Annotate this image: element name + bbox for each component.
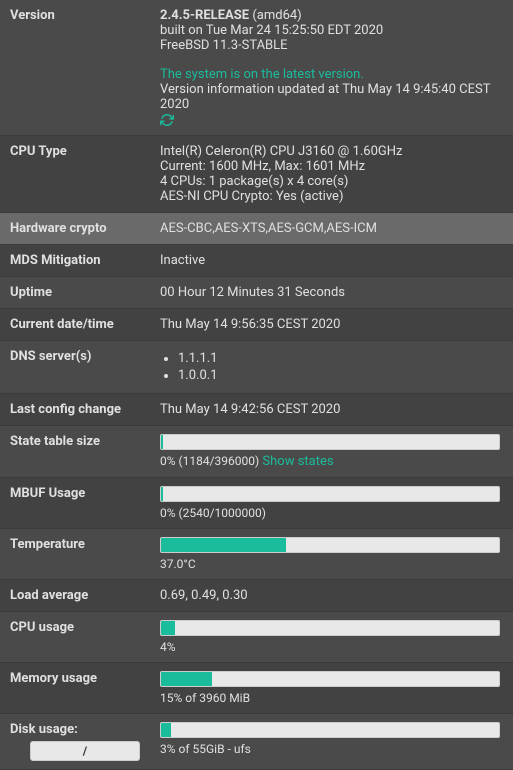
statetable-value: 0% (1184/396000) Show states [150,426,513,477]
version-built: built on Tue Mar 24 15:25:50 EDT 2020 [160,23,503,38]
cpu-type-value: Intel(R) Celeron(R) CPU J3160 @ 1.60GHz … [150,136,513,212]
datetime-label: Current date/time [0,309,150,340]
hwcrypto-value: AES-CBC,AES-XTS,AES-GCM,AES-ICM [150,213,513,244]
uptime-value: 00 Hour 12 Minutes 31 Seconds [150,277,513,308]
statetable-bar-fill [161,435,163,449]
show-states-link[interactable]: Show states [262,454,333,469]
version-arch: (amd64) [252,8,301,23]
row-cpu-type: CPU Type Intel(R) Celeron(R) CPU J3160 @… [0,136,513,213]
version-label: Version [0,0,150,135]
dns-item: 1.1.1.1 [178,351,503,366]
row-disk: Disk usage: / 3% of 55GiB - ufs [0,714,513,770]
cpuusage-bar [160,620,500,636]
statetable-label: State table size [0,426,150,477]
version-release: 2.4.5-RELEASE [160,8,249,23]
disk-bar [160,722,500,738]
cpu-freq: Current: 1600 MHz, Max: 1601 MHz [160,159,503,174]
cpuusage-bar-fill [161,621,175,635]
mbuf-text: 0% (2540/1000000) [160,506,503,520]
temperature-value: 37.0°C [150,529,513,579]
statetable-text: 0% (1184/396000) [160,454,259,468]
version-value: 2.4.5-RELEASE (amd64) built on Tue Mar 2… [150,0,513,135]
dns-label: DNS server(s) [0,341,150,393]
cpuusage-value: 4% [150,612,513,662]
cpu-crypto: AES-NI CPU Crypto: Yes (active) [160,189,503,204]
disk-label-col: Disk usage: / [0,714,150,769]
cpu-model: Intel(R) Celeron(R) CPU J3160 @ 1.60GHz [160,144,503,159]
temperature-bar [160,537,500,553]
row-lastconfig: Last config change Thu May 14 9:42:56 CE… [0,394,513,426]
datetime-value: Thu May 14 9:56:35 CEST 2020 [150,309,513,340]
disk-value: 3% of 55GiB - ufs [150,714,513,769]
mbuf-bar-fill [161,487,163,501]
memusage-bar [160,671,500,687]
row-temperature: Temperature 37.0°C [0,529,513,580]
disk-bar-fill [161,723,171,737]
dns-value: 1.1.1.1 1.0.0.1 [150,341,513,393]
mds-label: MDS Mitigation [0,245,150,276]
mbuf-value: 0% (2540/1000000) [150,478,513,528]
row-hwcrypto: Hardware crypto AES-CBC,AES-XTS,AES-GCM,… [0,213,513,245]
memusage-bar-fill [161,672,212,686]
mbuf-bar [160,486,500,502]
memusage-value: 15% of 3960 MiB [150,663,513,713]
row-loadavg: Load average 0.69, 0.49, 0.30 [0,580,513,612]
temperature-bar-fill [161,538,286,552]
dns-item: 1.0.0.1 [178,368,503,383]
disk-label: Disk usage: [10,722,140,737]
version-os: FreeBSD 11.3-STABLE [160,38,503,53]
row-cpuusage: CPU usage 4% [0,612,513,663]
cpu-type-label: CPU Type [0,136,150,212]
row-uptime: Uptime 00 Hour 12 Minutes 31 Seconds [0,277,513,309]
cpuusage-text: 4% [160,640,503,654]
disk-text: 3% of 55GiB - ufs [160,742,503,756]
row-mds: MDS Mitigation Inactive [0,245,513,277]
lastconfig-label: Last config change [0,394,150,425]
row-statetable: State table size 0% (1184/396000) Show s… [0,426,513,478]
lastconfig-value: Thu May 14 9:42:56 CEST 2020 [150,394,513,425]
mds-value: Inactive [150,245,513,276]
statetable-bar [160,434,500,450]
hwcrypto-label: Hardware crypto [0,213,150,244]
row-dns: DNS server(s) 1.1.1.1 1.0.0.1 [0,341,513,394]
version-status: The system is on the latest version. [160,67,503,82]
row-memusage: Memory usage 15% of 3960 MiB [0,663,513,714]
row-datetime: Current date/time Thu May 14 9:56:35 CES… [0,309,513,341]
row-mbuf: MBUF Usage 0% (2540/1000000) [0,478,513,529]
temperature-label: Temperature [0,529,150,579]
mbuf-label: MBUF Usage [0,478,150,528]
loadavg-label: Load average [0,580,150,611]
refresh-icon[interactable] [160,113,174,127]
memusage-label: Memory usage [0,663,150,713]
version-updated: Version information updated at Thu May 1… [160,82,503,112]
disk-mount: / [30,741,140,761]
row-version: Version 2.4.5-RELEASE (amd64) built on T… [0,0,513,136]
loadavg-value: 0.69, 0.49, 0.30 [150,580,513,611]
cpuusage-label: CPU usage [0,612,150,662]
temperature-text: 37.0°C [160,557,503,571]
uptime-label: Uptime [0,277,150,308]
memusage-text: 15% of 3960 MiB [160,691,503,705]
cpu-cores: 4 CPUs: 1 package(s) x 4 core(s) [160,174,503,189]
